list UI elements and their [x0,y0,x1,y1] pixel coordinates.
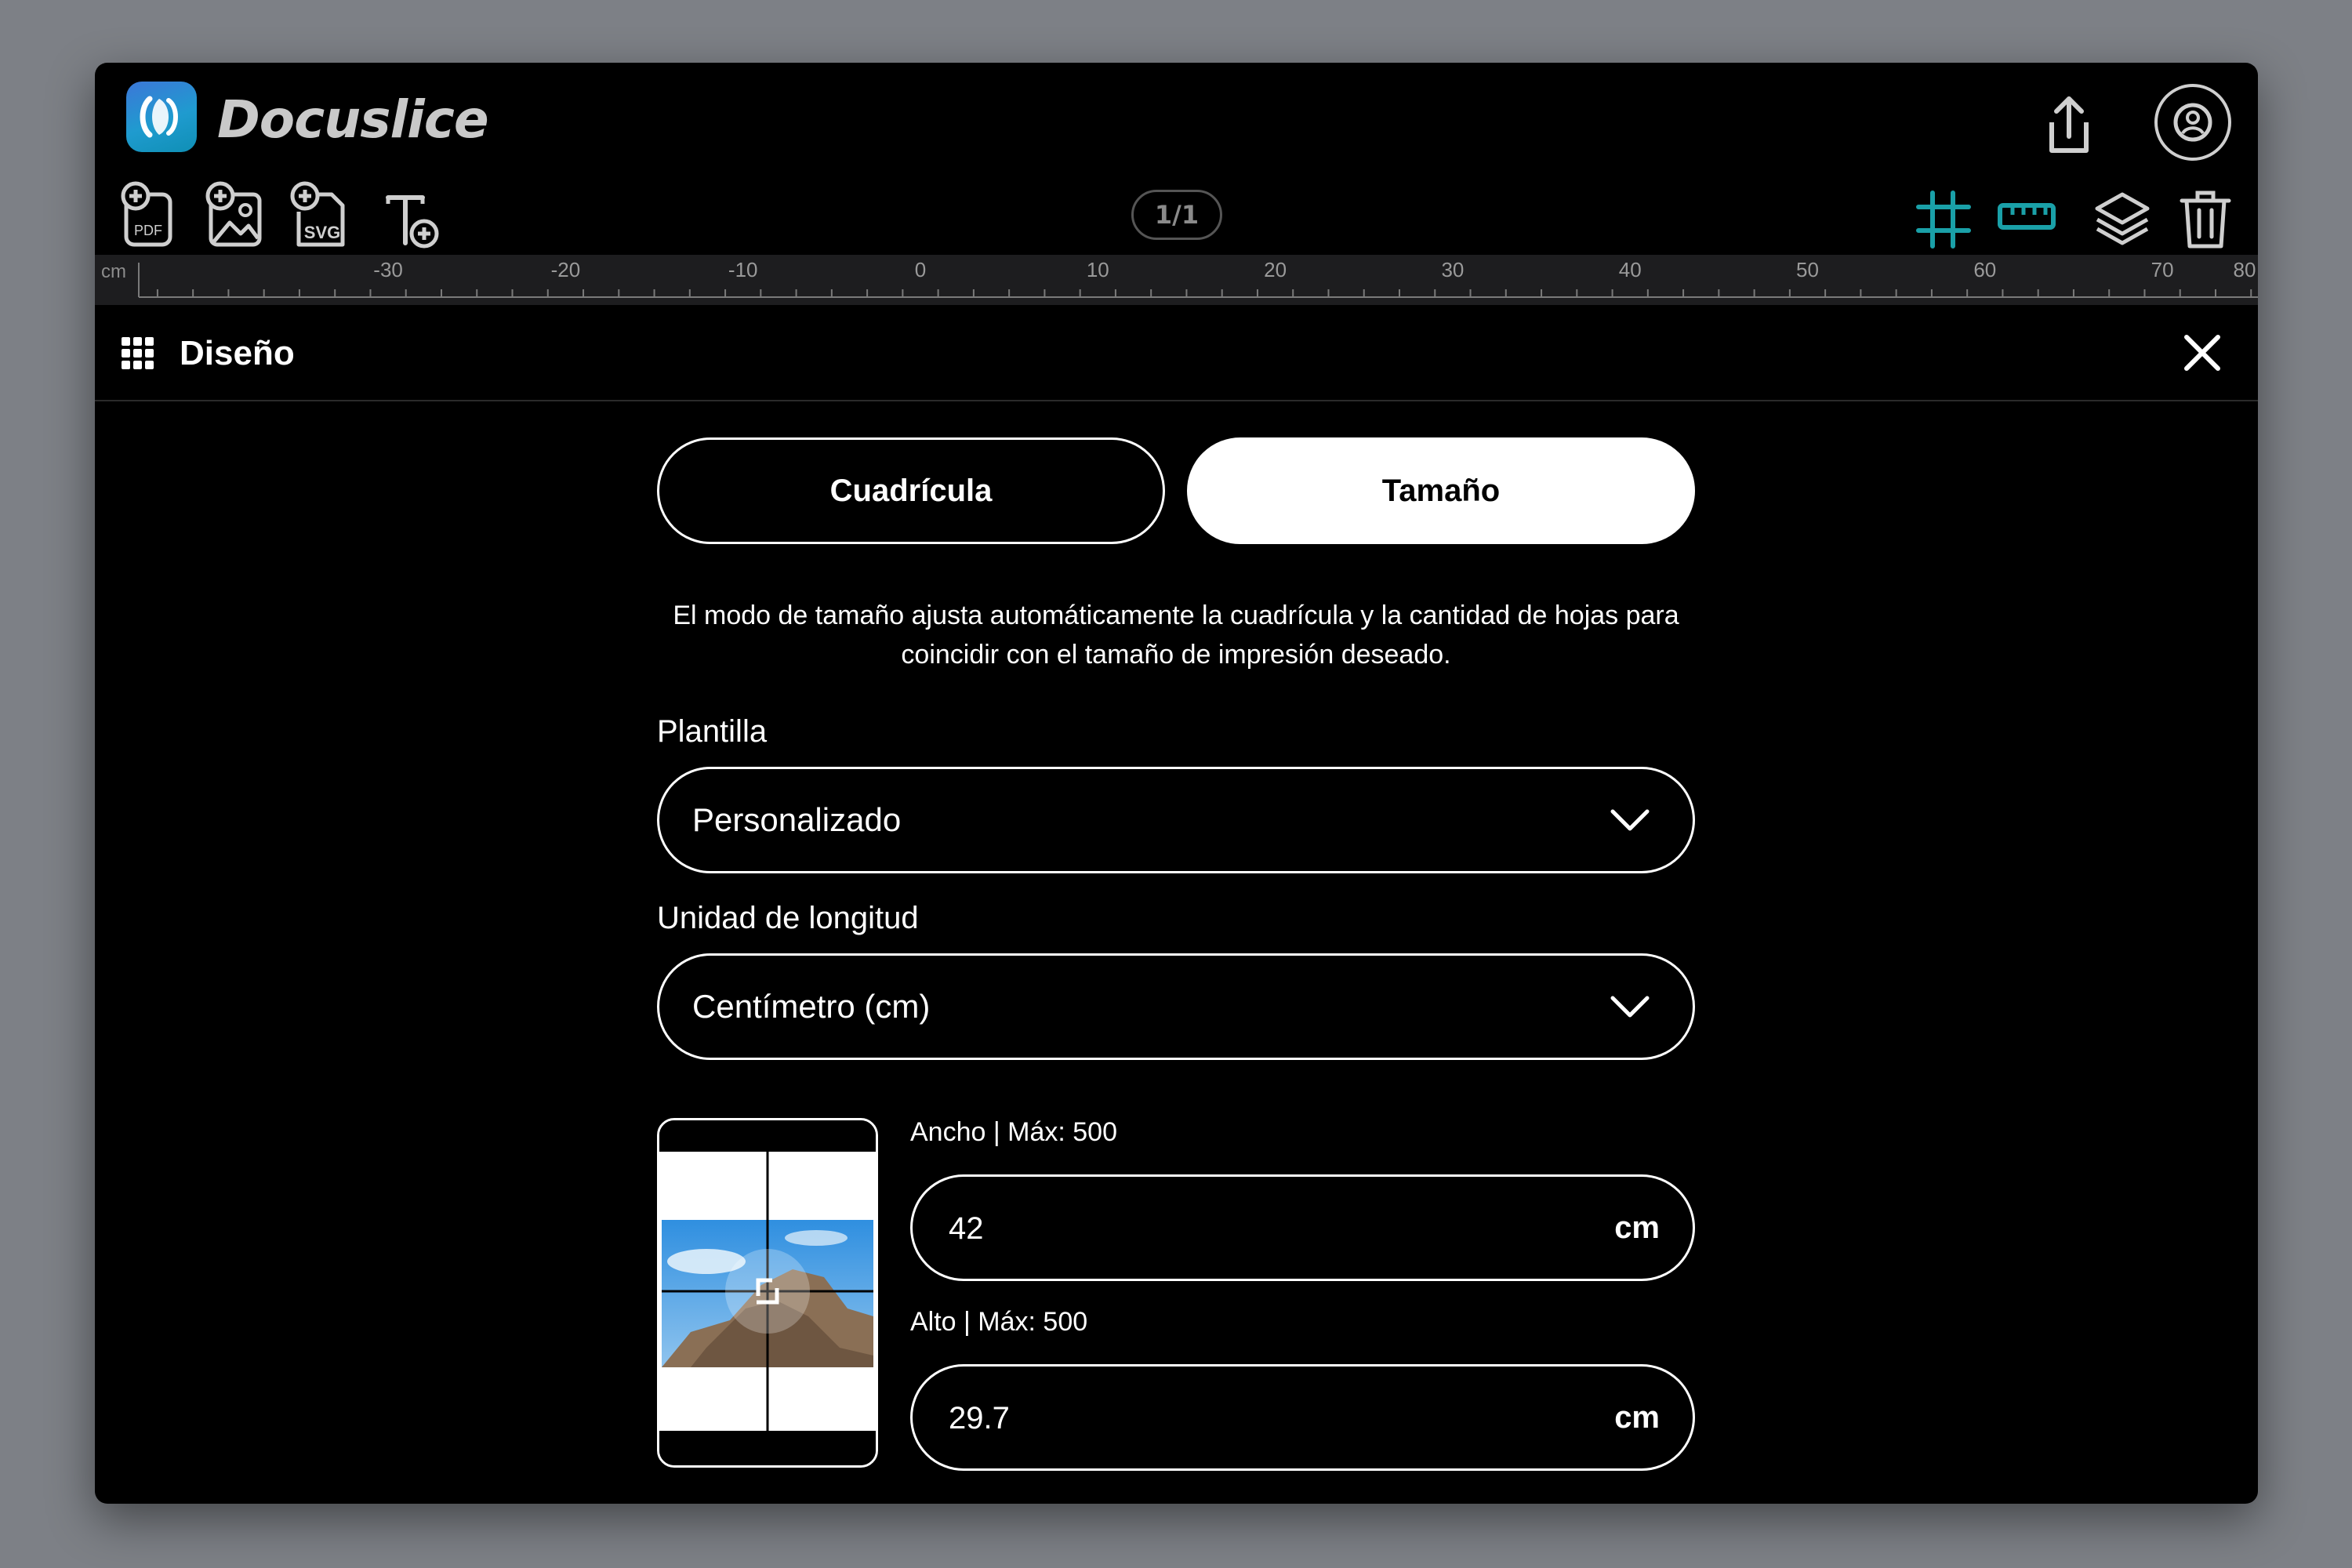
close-button[interactable] [2179,329,2226,376]
layers-button[interactable] [2091,180,2154,251]
ruler-label: 30 [1441,258,1464,281]
ruler-label: 80 [2234,258,2256,281]
ruler-label: -30 [373,258,403,281]
mode-description: El modo de tamaño ajusta automáticamente… [673,601,1679,670]
tab-grid[interactable]: Cuadrícula [657,437,1165,544]
app-window: Docuslice PDF SVG 1/1 cm -30 -20 -10 0 1… [95,63,2258,1504]
height-label: Alto | Máx: 500 [910,1307,1088,1337]
width-field: cm [910,1174,1695,1281]
add-image-button[interactable] [203,180,266,251]
template-label: Plantilla [657,714,768,749]
height-input[interactable] [947,1367,1499,1470]
account-icon [2154,84,2231,161]
add-svg-button[interactable]: SVG [288,180,350,251]
panel-title: Diseño [180,334,295,372]
length-unit-select[interactable]: Centímetro (cm) [657,953,1695,1060]
ruler-label: 0 [915,258,926,281]
add-image-icon [205,181,262,247]
layout-preview[interactable] [657,1118,878,1468]
delete-button[interactable] [2174,180,2237,251]
svg-text:SVG: SVG [304,223,340,242]
chevron-down-icon [1610,809,1650,831]
apps-grid-icon [122,337,154,369]
grid-icon [1916,191,1971,249]
ruler: cm -30 -20 -10 0 10 20 30 40 50 60 70 80 [95,255,2258,305]
account-button[interactable] [2152,82,2234,163]
ruler-label: 70 [2151,258,2174,281]
ruler-label: -20 [551,258,581,281]
chevron-down-icon [1610,996,1650,1018]
trash-icon [2180,191,2231,249]
template-select-value: Personalizado [692,801,902,838]
width-label: Ancho | Máx: 500 [910,1117,1117,1147]
app-logo [126,82,197,152]
length-unit-label: Unidad de longitud [657,901,919,935]
ruler-label: 40 [1619,258,1642,281]
app-title: Docuslice [217,89,489,150]
width-input[interactable] [947,1177,1499,1280]
tab-size[interactable]: Tamaño [1187,437,1695,544]
share-button[interactable] [2030,86,2108,165]
ruler-label: 20 [1264,258,1287,281]
page-counter: 1/1 [1131,190,1222,240]
svg-text:PDF: PDF [134,223,162,238]
length-unit-select-value: Centímetro (cm) [692,988,931,1025]
add-text-icon [386,195,439,249]
ruler-toggle[interactable] [1995,180,2058,251]
close-icon [2184,335,2220,371]
grid-toggle[interactable] [1912,180,1975,251]
add-pdf-icon: PDF [121,181,172,247]
layers-icon [2095,192,2150,245]
template-select[interactable]: Personalizado [657,767,1695,873]
add-text-button[interactable] [380,180,443,251]
ruler-label: 60 [1973,258,1996,281]
ruler-icon [1998,203,2056,230]
share-icon [2049,96,2089,153]
ruler-label: 50 [1796,258,1819,281]
ruler-label: 10 [1087,258,1109,281]
height-unit: cm [1614,1400,1660,1435]
height-field: cm [910,1364,1695,1471]
layout-preview-image [659,1120,876,1465]
add-svg-icon: SVG [290,181,345,247]
panel-header: Diseño [95,306,2258,401]
width-unit: cm [1614,1210,1660,1245]
add-pdf-button[interactable]: PDF [118,180,181,251]
ruler-label: -10 [728,258,758,281]
